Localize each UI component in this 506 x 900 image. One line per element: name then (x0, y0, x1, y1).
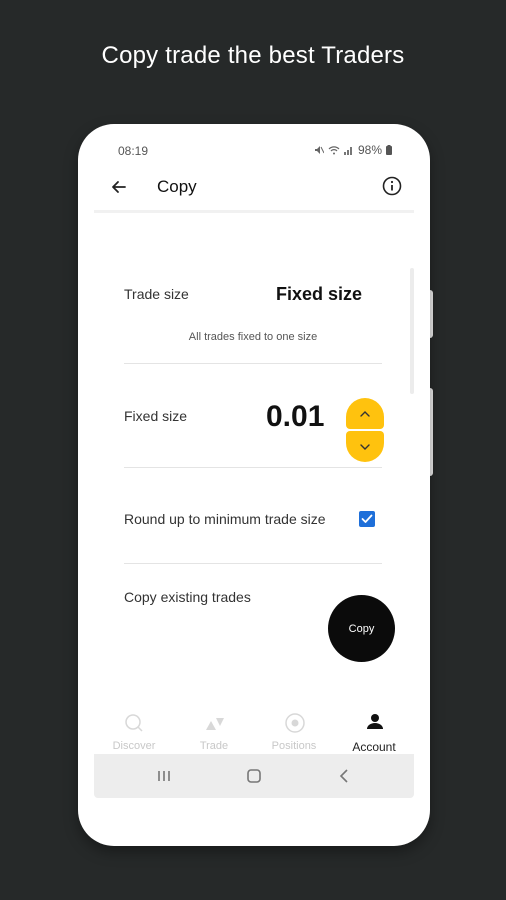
round-up-label: Round up to minimum trade size (124, 511, 326, 527)
recent-apps-button[interactable] (154, 766, 174, 786)
nav-item-positions[interactable]: Positions (254, 708, 334, 754)
increment-button[interactable] (346, 398, 384, 429)
nav-item-account[interactable]: Account (334, 708, 414, 754)
copy-button[interactable]: Copy (328, 595, 395, 662)
copy-existing-label: Copy existing trades (124, 589, 251, 605)
signal-icon (343, 147, 352, 155)
chevron-down-icon (360, 443, 370, 450)
positions-icon (285, 713, 305, 733)
nav-item-trade[interactable]: Trade (174, 708, 254, 754)
trade-size-label: Trade size (124, 286, 189, 302)
nav-item-discover[interactable]: Discover (94, 708, 174, 754)
mute-icon (314, 146, 324, 154)
status-bar: 08:19 98% (94, 138, 414, 164)
checkmark-icon (361, 514, 373, 523)
divider (124, 563, 382, 564)
chevron-left-icon (339, 769, 348, 783)
nav-label-discover: Discover (112, 740, 156, 752)
trade-size-hint: All trades fixed to one size (188, 331, 318, 343)
app-bar: Copy (94, 164, 414, 213)
decrement-button[interactable] (346, 431, 384, 462)
phone-screen: 08:19 98% Copy Trade size Fixed size All… (94, 138, 414, 798)
headline: Copy trade the best Traders (101, 42, 405, 69)
search-icon (125, 714, 143, 732)
nav-label-trade: Trade (199, 740, 229, 752)
status-icons: 98% (314, 143, 392, 157)
fixed-size-label: Fixed size (124, 408, 188, 424)
nav-label-positions: Positions (271, 740, 317, 752)
divider (124, 363, 382, 364)
nav-label-account: Account (352, 740, 396, 754)
info-button[interactable] (381, 175, 403, 197)
info-icon (382, 176, 402, 196)
status-time: 08:19 (118, 144, 149, 158)
trade-icon (206, 718, 224, 730)
fixed-size-stepper (346, 398, 384, 462)
battery-percent: 98% (357, 143, 382, 157)
system-nav-bar (94, 754, 414, 798)
account-icon (367, 714, 383, 729)
chevron-up-icon (360, 410, 370, 417)
back-button[interactable] (106, 174, 132, 200)
divider (124, 467, 382, 468)
scrollbar[interactable] (410, 268, 414, 394)
home-button[interactable] (244, 766, 264, 786)
arrow-left-icon (112, 181, 126, 193)
round-up-checkbox[interactable] (359, 511, 375, 527)
system-back-button[interactable] (334, 766, 354, 786)
home-icon (247, 769, 261, 783)
phone-frame: 08:19 98% Copy Trade size Fixed size All… (78, 124, 430, 846)
page-title: Copy (157, 177, 197, 196)
fixed-size-value[interactable]: 0.01 (266, 400, 324, 434)
wifi-icon (328, 146, 340, 155)
trade-size-value[interactable]: Fixed size (276, 284, 362, 305)
bottom-nav: Discover Trade Positions Account (94, 708, 414, 754)
recent-apps-icon (158, 771, 170, 781)
battery-icon (386, 145, 392, 155)
